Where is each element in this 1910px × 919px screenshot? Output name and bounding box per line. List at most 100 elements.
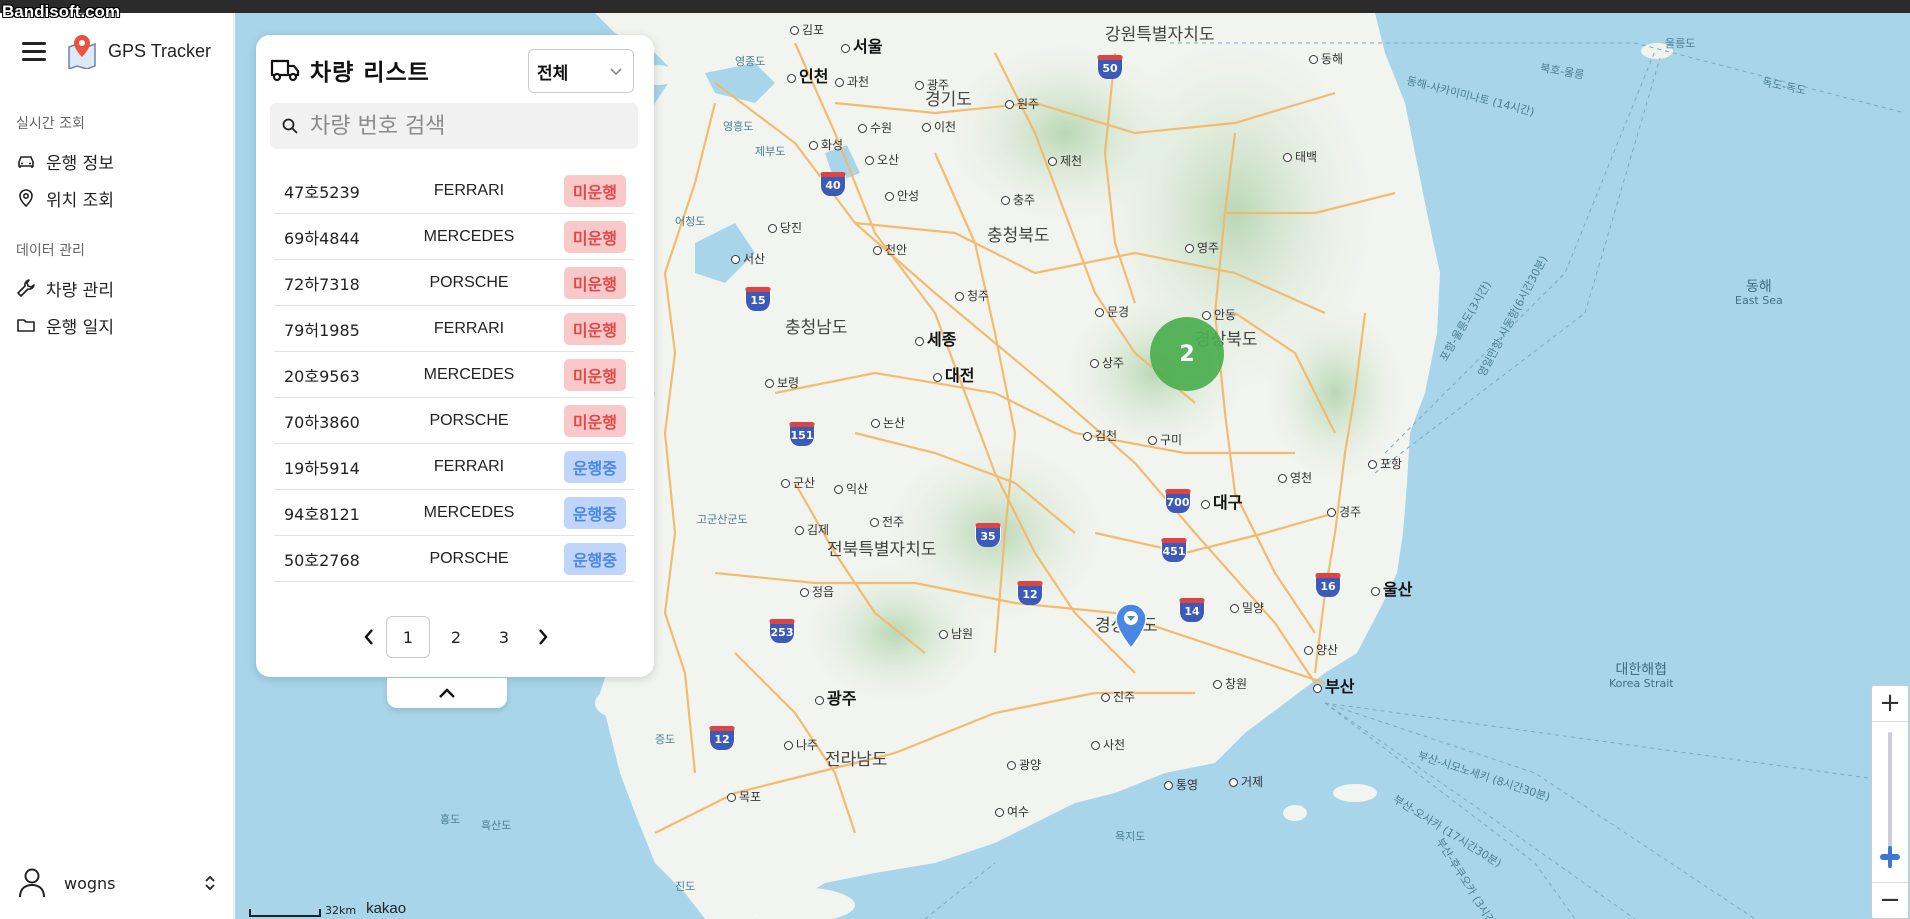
sidebar-item-label: 차량 관리 xyxy=(46,280,114,301)
sidebar-item-location[interactable]: 위치 조회 xyxy=(16,183,216,213)
sidebar-item-drive-info[interactable]: 운행 정보 xyxy=(16,146,216,176)
status-badge: 운행중 xyxy=(563,496,626,529)
vehicle-model: FERRARI xyxy=(433,319,505,337)
city-label: 광주 xyxy=(915,76,949,93)
island-label: 영종도 xyxy=(735,55,766,68)
status-badge: 운행중 xyxy=(563,450,626,483)
city-label: 서울 xyxy=(841,33,882,57)
vehicle-plate: 94호8121 xyxy=(284,504,360,524)
region-label: 전북특별자치도 xyxy=(827,540,937,560)
panel-header: 차량 리스트 xyxy=(270,53,430,87)
city-label: 익산 xyxy=(834,480,868,497)
status-badge: 미운행 xyxy=(563,358,626,391)
next-page-button[interactable] xyxy=(528,622,558,652)
vehicle-plate: 50호2768 xyxy=(284,550,360,570)
table-row[interactable]: 70하3860 PORSCHE 미운행 xyxy=(274,398,634,444)
city-label: 통영 xyxy=(1164,776,1198,793)
chevron-up-icon xyxy=(439,688,455,698)
collapse-panel-button[interactable] xyxy=(387,678,507,708)
city-label: 세종 xyxy=(915,326,956,350)
zoom-slider-handle[interactable] xyxy=(1880,854,1900,860)
city-label: 포항 xyxy=(1368,455,1402,472)
city-label: 군산 xyxy=(781,474,815,491)
prev-page-button[interactable] xyxy=(354,622,384,652)
vehicle-model: MERCEDES xyxy=(423,365,515,383)
page-1-button[interactable]: 1 xyxy=(386,616,430,658)
status-badge: 미운행 xyxy=(563,404,626,437)
highway-shield: 50 xyxy=(1097,55,1123,79)
city-label: 제천 xyxy=(1048,152,1082,169)
city-label: 대전 xyxy=(933,362,974,386)
highway-shield: 253 xyxy=(769,619,795,643)
window-chrome-bar xyxy=(0,0,1910,13)
status-badge: 미운행 xyxy=(563,312,626,345)
vehicle-model: PORSCHE xyxy=(429,273,509,291)
city-label: 동해 xyxy=(1309,50,1343,67)
brand: GPS Tracker xyxy=(22,33,211,69)
region-label: 강원특별자치도 xyxy=(1105,25,1215,45)
status-badge: 미운행 xyxy=(563,266,626,299)
chevron-down-icon xyxy=(610,68,622,76)
city-label: 밀양 xyxy=(1230,599,1264,616)
city-label: 태백 xyxy=(1283,148,1317,165)
city-label: 남원 xyxy=(939,625,973,642)
city-label: 충주 xyxy=(1001,191,1035,208)
table-row[interactable]: 79허1985 FERRARI 미운행 xyxy=(274,306,634,352)
island-label: 제부도 xyxy=(755,145,786,158)
chevron-left-icon xyxy=(364,629,373,645)
status-badge: 미운행 xyxy=(563,220,626,253)
island-label: 흑산도 xyxy=(481,819,512,832)
city-label: 구미 xyxy=(1148,431,1182,448)
vehicle-location-pin-icon[interactable] xyxy=(1115,603,1147,649)
highway-shield: 12 xyxy=(1017,581,1043,605)
city-label: 인천 xyxy=(787,63,828,87)
city-label: 오산 xyxy=(865,151,899,168)
highway-shield: 12 xyxy=(709,726,735,750)
city-label: 사천 xyxy=(1091,736,1125,753)
table-row[interactable]: 72하7318 PORSCHE 미운행 xyxy=(274,260,634,306)
highway-shield: 14 xyxy=(1179,598,1205,622)
car-icon xyxy=(18,156,34,168)
status-cell: 운행중 xyxy=(534,450,634,483)
table-row[interactable]: 69하4844 MERCEDES 미운행 xyxy=(274,214,634,260)
city-label: 논산 xyxy=(871,414,905,431)
city-label: 나주 xyxy=(784,736,818,753)
wrench-icon xyxy=(17,279,35,297)
city-label: 경주 xyxy=(1327,503,1361,520)
hamburger-menu-icon[interactable] xyxy=(22,42,46,61)
status-cell: 미운행 xyxy=(534,220,634,253)
vehicle-model: FERRARI xyxy=(433,181,505,199)
city-label: 정읍 xyxy=(800,583,834,600)
city-label: 과천 xyxy=(835,73,869,90)
status-cell: 미운행 xyxy=(534,174,634,207)
city-label: 안동 xyxy=(1202,306,1236,323)
city-label: 전주 xyxy=(870,513,904,530)
status-cell: 운행중 xyxy=(534,496,634,529)
zoom-in-button[interactable]: + xyxy=(1872,686,1908,722)
table-row[interactable]: 50호2768 PORSCHE 운행중 xyxy=(274,536,634,582)
pagination: 1 2 3 xyxy=(336,615,576,659)
vehicle-cluster-marker[interactable]: 2 xyxy=(1150,317,1224,391)
vehicle-model: MERCEDES xyxy=(423,227,515,245)
table-row[interactable]: 94호8121 MERCEDES 운행중 xyxy=(274,490,634,536)
status-filter-select[interactable]: 전체 xyxy=(528,49,634,93)
island-label: 울릉도 xyxy=(1665,37,1696,50)
chevron-right-icon xyxy=(539,629,548,645)
user-menu[interactable]: wogns xyxy=(18,863,218,903)
filter-selected-value: 전체 xyxy=(537,63,569,84)
status-cell: 미운행 xyxy=(534,404,634,437)
city-label: 수원 xyxy=(858,119,892,136)
city-label: 울산 xyxy=(1371,576,1412,600)
region-label: 전라남도 xyxy=(825,750,888,770)
table-row[interactable]: 47호5239 FERRARI 미운행 xyxy=(274,168,634,214)
user-name: wogns xyxy=(64,873,116,893)
table-row[interactable]: 19하5914 FERRARI 운행중 xyxy=(274,444,634,490)
sidebar-item-drive-log[interactable]: 운행 일지 xyxy=(16,310,216,340)
page-3-button[interactable]: 3 xyxy=(482,616,526,658)
zoom-out-button[interactable]: − xyxy=(1872,882,1908,918)
city-label: 진주 xyxy=(1101,688,1135,705)
sidebar-item-vehicle-management[interactable]: 차량 관리 xyxy=(16,273,216,303)
table-row[interactable]: 20호9563 MERCEDES 미운행 xyxy=(274,352,634,398)
page-2-button[interactable]: 2 xyxy=(434,616,478,658)
vehicle-search-input[interactable] xyxy=(308,112,608,140)
